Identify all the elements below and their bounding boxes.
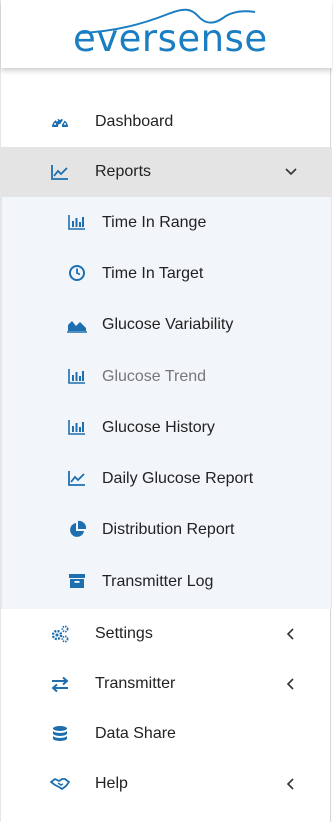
nav-item-label: Dashboard [95,113,174,130]
chevron-left-icon[interactable] [281,624,301,644]
nav-item-label: Settings [95,625,153,643]
nav-item-label: Help [95,775,128,793]
chevron-left-icon[interactable] [281,774,301,794]
submenu-item-label: Time In Target [102,264,204,282]
pie-chart-icon [70,520,87,537]
submenu-item-glucose-history[interactable]: Glucose History [2,402,331,453]
nav-item-settings[interactable]: Settings [1,609,332,659]
dashboard-gauge-icon [52,118,68,128]
nav-item-transmitter[interactable]: Transmitter [1,659,332,709]
bar-chart-icon [68,420,85,435]
archive-icon [69,574,85,589]
database-icon [53,726,67,742]
exchange-arrows-icon [51,677,69,693]
submenu-item-distribution-report[interactable]: Distribution Report [2,505,331,556]
gears-icon [51,625,69,643]
handshake-icon [50,778,70,791]
clock-icon [69,265,85,282]
nav-item-label: Data Share [95,725,176,743]
nav-item-label: Transmitter [95,675,176,693]
submenu-item-glucose-variability[interactable]: Glucose Variability [2,300,331,351]
submenu-item-time-in-range[interactable]: Time In Range [2,197,331,248]
submenu-item-label: Glucose History [102,418,215,436]
area-chart-icon [67,320,87,333]
nav-item-reports[interactable]: Reports [1,147,332,197]
submenu-item-label: Distribution Report [102,521,235,539]
reports-submenu: Time In Range Time In Target Glucose Var… [1,197,332,610]
nav-item-label: Reports [95,163,152,180]
bar-chart-icon [68,215,85,230]
chevron-left-icon[interactable] [281,674,301,694]
bar-chart-icon [68,368,85,384]
nav-item-data-share[interactable]: Data Share [1,709,332,759]
nav-item-dashboard[interactable]: Dashboard [1,97,332,147]
logo-wordmark: eversense [73,17,268,60]
logo-header: eversense [1,0,332,68]
submenu-item-label: Glucose Trend [102,367,207,385]
submenu-item-time-in-target[interactable]: Time In Target [2,248,331,299]
eversense-logo[interactable]: eversense [73,6,273,66]
submenu-item-transmitter-log[interactable]: Transmitter Log [2,556,331,607]
submenu-item-label: Daily Glucose Report [102,470,254,488]
submenu-item-label: Time In Range [102,213,207,231]
line-chart-icon [68,471,85,487]
nav-menu: Dashboard Reports Time In Range Time In … [1,97,332,809]
submenu-item-label: Transmitter Log [102,572,214,590]
nav-item-help[interactable]: Help [1,759,332,809]
side-nav: eversense Dashboard Reports Time In Rang… [0,0,332,822]
submenu-item-daily-glucose-report[interactable]: Daily Glucose Report [2,453,331,504]
chevron-down-icon[interactable] [281,162,301,182]
line-chart-icon [51,165,68,180]
submenu-item-glucose-trend[interactable]: Glucose Trend [2,351,331,402]
submenu-item-label: Glucose Variability [102,316,234,334]
